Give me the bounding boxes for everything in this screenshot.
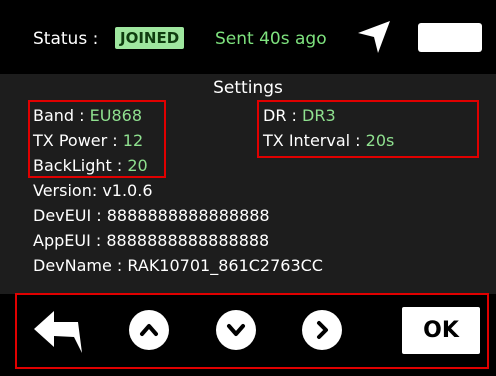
- status-bar: Status : JOINED Sent 40s ago: [0, 0, 496, 74]
- ok-button[interactable]: OK: [402, 307, 480, 354]
- right-settings-highlight: [257, 100, 479, 158]
- deveui-text: DevEUI : 8888888888888888: [33, 206, 270, 225]
- down-button[interactable]: [216, 310, 256, 350]
- back-arrow-icon: [34, 311, 82, 353]
- navigation-arrow-icon: [358, 21, 390, 53]
- battery-icon: [418, 23, 482, 52]
- chevron-up-icon: [140, 324, 158, 336]
- appeui-text: AppEUI : 8888888888888888: [33, 231, 270, 250]
- next-button[interactable]: [302, 310, 342, 350]
- chevron-right-icon: [317, 321, 328, 339]
- up-button[interactable]: [129, 310, 169, 350]
- version-text: Version: v1.0.6: [33, 181, 153, 200]
- status-label: Status :: [33, 29, 99, 49]
- chevron-down-icon: [227, 324, 245, 336]
- left-settings-highlight: [28, 100, 166, 178]
- devname-text: DevName : RAK10701_861C2763CC: [33, 256, 323, 275]
- status-badge: JOINED: [115, 27, 185, 49]
- back-button[interactable]: [30, 308, 86, 354]
- settings-title: Settings: [213, 78, 283, 98]
- sent-time-text: Sent 40s ago: [215, 29, 327, 49]
